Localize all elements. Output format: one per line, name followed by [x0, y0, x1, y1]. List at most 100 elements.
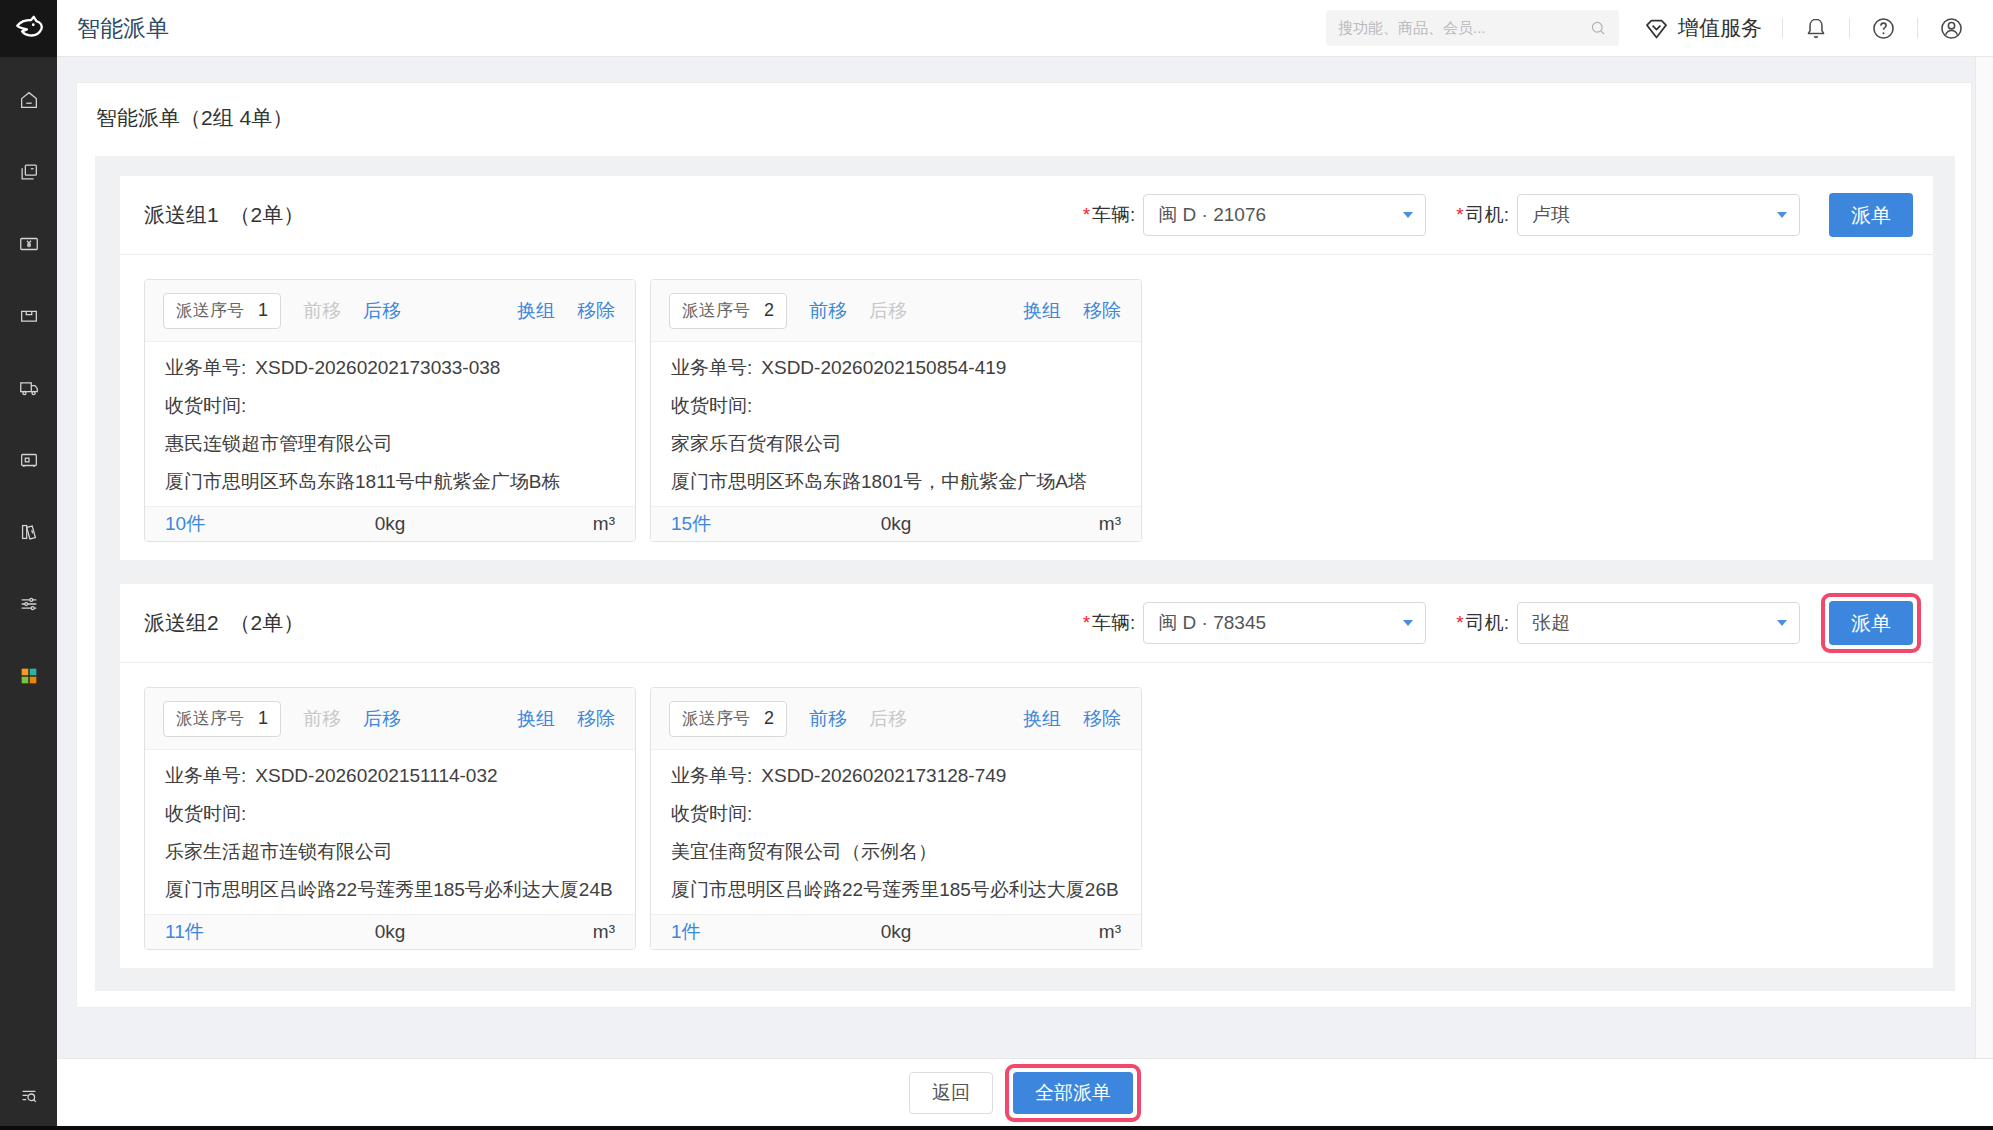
volume-value: m³ — [961, 921, 1121, 943]
required-mark: * — [1083, 612, 1090, 634]
address: 厦门市思明区环岛东路1801号，中航紫金广场A塔 — [671, 463, 1121, 501]
dispatch-all-button[interactable]: 全部派单 — [1013, 1072, 1133, 1114]
sequence-input[interactable]: 派送序号 2 — [669, 701, 787, 737]
account-button[interactable] — [1938, 15, 1965, 42]
address: 厦门市思明区吕岭路22号莲秀里185号必利达大厦24B — [165, 871, 615, 909]
sequence-label: 派送序号 — [176, 299, 244, 322]
dispatch-group-1: 派送组1 （2单） * 车辆: 闽 D · 21076 * 司机: 卢琪 — [120, 176, 1933, 560]
order-no-label: 业务单号: — [671, 765, 752, 786]
dispatch-button[interactable]: 派单 — [1829, 193, 1913, 237]
driver-select[interactable]: 卢琪 — [1517, 194, 1800, 236]
sidebar-item-home[interactable] — [0, 64, 57, 136]
sidebar — [0, 0, 57, 1130]
pieces-link[interactable]: 15件 — [671, 511, 831, 537]
volume-value: m³ — [455, 513, 615, 535]
window-bottom-edge — [0, 1126, 1993, 1130]
change-group-link[interactable]: 换组 — [1023, 298, 1061, 324]
brand-logo[interactable] — [0, 0, 57, 57]
sequence-input[interactable]: 派送序号 1 — [163, 293, 281, 329]
driver-value: 卢琪 — [1532, 202, 1777, 228]
required-mark: * — [1083, 204, 1090, 226]
vehicle-select[interactable]: 闽 D · 21076 — [1143, 194, 1426, 236]
annotation-highlight: 全部派单 — [1005, 1064, 1141, 1122]
value-added-services[interactable]: 增值服务 — [1643, 14, 1762, 42]
sidebar-item-safe[interactable] — [0, 424, 57, 496]
sequence-input[interactable]: 派送序号 2 — [669, 293, 787, 329]
sidebar-item-products[interactable] — [0, 280, 57, 352]
company-name: 美宜佳商贸有限公司（示例名） — [671, 833, 1121, 871]
sidebar-item-settings[interactable] — [0, 568, 57, 640]
vehicle-value: 闽 D · 21076 — [1158, 202, 1403, 228]
weight-value: 0kg — [325, 513, 455, 535]
remove-link[interactable]: 移除 — [1083, 706, 1121, 732]
sidebar-item-reports[interactable] — [0, 496, 57, 568]
sequence-label: 派送序号 — [682, 299, 750, 322]
global-search-input[interactable]: 搜功能、商品、会员... — [1326, 10, 1619, 46]
sidebar-item-apps[interactable] — [0, 640, 57, 712]
move-backward-link[interactable]: 后移 — [363, 298, 401, 324]
value-added-services-label: 增值服务 — [1678, 14, 1762, 42]
sequence-input[interactable]: 派送序号 1 — [163, 701, 281, 737]
main-content: 智能派单（2组 4单） 派送组1 （2单） * 车辆: 闽 D · 21076 … — [57, 57, 1993, 1126]
vehicle-value: 闽 D · 78345 — [1158, 610, 1403, 636]
volume-value: m³ — [961, 513, 1121, 535]
sidebar-item-finance[interactable] — [0, 208, 57, 280]
annotation-highlight: 派单 — [1821, 593, 1921, 653]
order-no-label: 业务单号: — [671, 357, 752, 378]
remove-link[interactable]: 移除 — [1083, 298, 1121, 324]
change-group-link[interactable]: 换组 — [517, 706, 555, 732]
chevron-down-icon — [1777, 212, 1787, 218]
divider — [1849, 18, 1850, 38]
pieces-link[interactable]: 1件 — [671, 919, 831, 945]
order-no-value: XSDD-20260202173033-038 — [255, 357, 500, 378]
pieces-link[interactable]: 11件 — [165, 919, 325, 945]
pieces-link[interactable]: 10件 — [165, 511, 325, 537]
help-button[interactable] — [1870, 15, 1897, 42]
remove-link[interactable]: 移除 — [577, 298, 615, 324]
reports-icon — [18, 521, 40, 543]
company-name: 惠民连锁超市管理有限公司 — [165, 425, 615, 463]
driver-select[interactable]: 张超 — [1517, 602, 1800, 644]
order-no-value: XSDD-20260202151114-032 — [255, 765, 497, 786]
gem-icon — [1643, 15, 1670, 42]
sidebar-item-menu-search[interactable] — [0, 1084, 57, 1106]
move-backward-link[interactable]: 后移 — [363, 706, 401, 732]
vehicle-select[interactable]: 闽 D · 78345 — [1143, 602, 1426, 644]
company-name: 家家乐百货有限公司 — [671, 425, 1121, 463]
receive-time-label: 收货时间: — [671, 395, 752, 416]
change-group-link[interactable]: 换组 — [517, 298, 555, 324]
search-icon — [1589, 19, 1607, 37]
receive-time-label: 收货时间: — [165, 803, 246, 824]
remove-link[interactable]: 移除 — [577, 706, 615, 732]
move-forward-link[interactable]: 前移 — [809, 298, 847, 324]
move-forward-link: 前移 — [303, 298, 341, 324]
apps-grid-icon — [18, 665, 40, 687]
order-no-value: XSDD-20260202173128-749 — [761, 765, 1006, 786]
address: 厦门市思明区环岛东路1811号中航紫金广场B栋 — [165, 463, 615, 501]
address: 厦门市思明区吕岭路22号莲秀里185号必利达大厦26B — [671, 871, 1121, 909]
volume-value: m³ — [455, 921, 615, 943]
finance-icon — [18, 233, 40, 255]
receive-time-label: 收货时间: — [671, 803, 752, 824]
search-placeholder: 搜功能、商品、会员... — [1338, 19, 1589, 38]
order-card: 派送序号 2 前移 后移 换组 移除 业务单号:XSDD-2026020217 — [650, 687, 1142, 950]
order-no-label: 业务单号: — [165, 765, 246, 786]
order-no-value: XSDD-20260202150854-419 — [761, 357, 1006, 378]
bell-icon — [1803, 15, 1829, 41]
sidebar-item-delivery[interactable] — [0, 352, 57, 424]
dispatch-button[interactable]: 派单 — [1829, 601, 1913, 645]
back-button[interactable]: 返回 — [909, 1072, 993, 1114]
scrollbar-track[interactable] — [1975, 57, 1993, 1126]
top-header: 智能派单 搜功能、商品、会员... 增值服务 — [57, 0, 1993, 57]
sequence-value: 2 — [764, 708, 774, 729]
sidebar-item-orders[interactable] — [0, 136, 57, 208]
menu-search-icon — [18, 1084, 40, 1106]
group-title: 派送组2 （2单） — [144, 609, 304, 637]
order-card: 派送序号 1 前移 后移 换组 移除 业务单号:XSDD-2026020215 — [144, 687, 636, 950]
receive-time-label: 收货时间: — [165, 395, 246, 416]
change-group-link[interactable]: 换组 — [1023, 706, 1061, 732]
move-forward-link[interactable]: 前移 — [809, 706, 847, 732]
notifications-button[interactable] — [1803, 15, 1829, 41]
divider — [1917, 18, 1918, 38]
help-icon — [1870, 15, 1897, 42]
